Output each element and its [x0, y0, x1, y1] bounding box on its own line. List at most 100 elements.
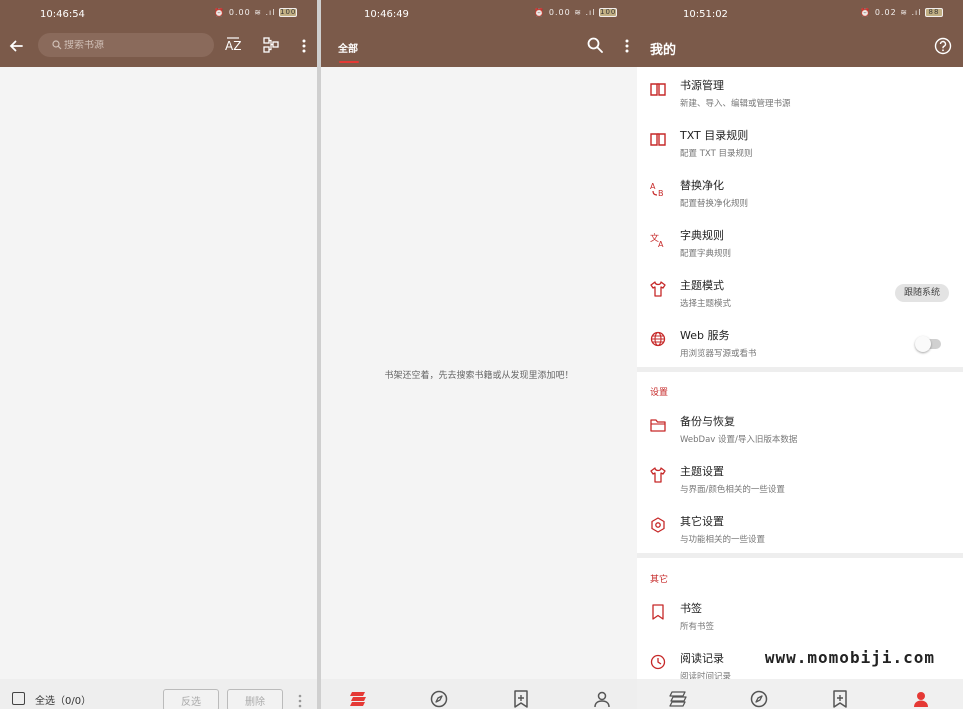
selection-bar: 全选（0/0） 反选 删除: [0, 679, 317, 709]
sort-az-icon[interactable]: AZ: [222, 33, 246, 57]
bottom-navigation: [321, 679, 637, 709]
more-vert-icon[interactable]: [292, 34, 316, 58]
menu-item-title: Web 服务: [680, 329, 730, 342]
menu-item-title: 书源管理: [680, 79, 724, 92]
replace-icon: AB: [650, 182, 664, 197]
menu-item-title: 主题模式: [680, 279, 724, 292]
toggle-knob: [915, 336, 931, 352]
menu-item-title: 字典规则: [680, 229, 724, 242]
my-screen: 10:51:02 ⏰ 0.02 ≋ .ıl 88 我的 书源管理 新建、导入、编…: [637, 0, 963, 709]
menu-item-backup-restore[interactable]: 备份与恢复 WebDav 设置/导入旧版本数据: [637, 404, 963, 454]
section-header-settings: 设置: [650, 388, 669, 398]
status-time: 10:46:49: [364, 9, 409, 20]
bottom-navigation: [637, 679, 963, 709]
menu-item-txt-toc-rules[interactable]: TXT 目录规则 配置 TXT 目录规则: [637, 118, 963, 168]
status-icons: ⏰ 0.00 ≋ .ıl 100: [214, 8, 297, 17]
app-bar: 全部: [321, 28, 637, 67]
battery-icon: 88: [925, 8, 943, 17]
search-icon[interactable]: [583, 33, 607, 57]
book-open-icon: [650, 133, 666, 146]
translate-icon: 文A: [650, 232, 664, 247]
menu-item-other-settings[interactable]: 其它设置 与功能相关的一些设置: [637, 504, 963, 554]
bookshelf-screen: 10:46:49 ⏰ 0.00 ≋ .ıl 100 全部 书架还空着，先去搜索书…: [321, 0, 637, 709]
svg-text:A: A: [650, 182, 656, 191]
my-icon[interactable]: [910, 688, 932, 709]
bookshelf-icon[interactable]: [347, 688, 369, 709]
clock-icon: [650, 654, 666, 670]
help-circle-icon[interactable]: [931, 34, 955, 58]
tshirt-icon: [650, 467, 666, 483]
app-bar: AZ: [0, 28, 317, 67]
my-icon[interactable]: [591, 688, 613, 709]
book-open-icon: [650, 83, 666, 96]
menu-item-theme-settings[interactable]: 主题设置 与界面/颜色相关的一些设置: [637, 454, 963, 504]
menu-item-subtitle: 所有书签: [680, 622, 715, 632]
status-bar: 10:51:02 ⏰ 0.02 ≋ .ıl 88: [637, 0, 963, 28]
invert-selection-button[interactable]: 反选: [163, 689, 219, 709]
section-header-other: 其它: [650, 575, 669, 585]
theme-mode-value[interactable]: 跟随系统: [894, 284, 949, 302]
menu-item-title: 书签: [680, 602, 702, 615]
section-separator: [637, 367, 963, 372]
menu-item-subtitle: 用浏览器写源或看书: [680, 349, 757, 359]
status-icons: ⏰ 0.00 ≋ .ıl 100: [534, 8, 617, 17]
menu-item-book-source[interactable]: 书源管理 新建、导入、编辑或管理书源: [637, 68, 963, 118]
explore-icon[interactable]: [428, 688, 450, 709]
menu-item-bookmarks[interactable]: 书签 所有书签: [637, 591, 963, 641]
menu-item-title: 其它设置: [680, 515, 724, 528]
tshirt-icon: [650, 281, 666, 297]
status-time: 10:51:02: [683, 9, 728, 20]
status-bar: 10:46:54 ⏰ 0.00 ≋ .ıl 100: [0, 0, 317, 28]
explore-icon[interactable]: [748, 688, 770, 709]
bookmark-icon: [652, 604, 664, 620]
empty-shelf-message: 书架还空着，先去搜索书籍或从发现里添加吧！: [384, 371, 574, 381]
folder-icon: [650, 419, 666, 432]
menu-item-title: 替换净化: [680, 179, 724, 192]
page-title: 我的: [650, 43, 677, 58]
globe-icon: [650, 331, 666, 347]
menu-item-title: TXT 目录规则: [680, 129, 749, 142]
battery-icon: 100: [599, 8, 617, 17]
svg-text:A: A: [658, 240, 664, 247]
bookshelf-icon[interactable]: [667, 688, 689, 709]
search-field[interactable]: [38, 33, 214, 57]
tab-indicator: [339, 61, 359, 63]
menu-item-replace-purify[interactable]: AB 替换净化 配置替换净化规则: [637, 168, 963, 218]
menu-item-subtitle: 新建、导入、编辑或管理书源: [680, 99, 791, 109]
watermark: www.momobiji.com: [764, 648, 935, 667]
tab-all[interactable]: 全部: [338, 40, 358, 55]
menu-item-subtitle: 配置字典规则: [680, 249, 732, 259]
rss-bookmark-icon[interactable]: [829, 688, 851, 709]
more-vert-icon[interactable]: [298, 693, 302, 709]
menu-item-subtitle: WebDav 设置/导入旧版本数据: [680, 435, 798, 445]
search-icon: [52, 40, 62, 50]
svg-text:B: B: [658, 189, 664, 197]
search-input[interactable]: [64, 39, 204, 51]
select-all-label[interactable]: 全选（0/0）: [35, 692, 91, 707]
battery-icon: 100: [279, 8, 297, 17]
menu-item-subtitle: 与界面/颜色相关的一些设置: [680, 485, 785, 495]
menu-item-subtitle: 选择主题模式: [680, 299, 732, 309]
web-service-toggle[interactable]: [915, 336, 941, 352]
menu-item-subtitle: 与功能相关的一些设置: [680, 535, 766, 545]
app-bar: 我的: [637, 28, 963, 67]
status-time: 10:46:54: [40, 9, 85, 20]
menu-item-title: 主题设置: [680, 465, 724, 478]
back-arrow-icon[interactable]: [4, 34, 28, 58]
menu-item-theme-mode[interactable]: 主题模式 选择主题模式 跟随系统: [637, 268, 963, 318]
delete-button[interactable]: 删除: [227, 689, 283, 709]
menu-item-subtitle: 配置替换净化规则: [680, 199, 749, 209]
menu-item-web-service[interactable]: Web 服务 用浏览器写源或看书: [637, 318, 963, 368]
menu-item-dictionary-rules[interactable]: 文A 字典规则 配置字典规则: [637, 218, 963, 268]
menu-item-title: 阅读记录: [680, 652, 724, 665]
menu-item-subtitle: 配置 TXT 目录规则: [680, 149, 753, 159]
group-icon[interactable]: [259, 33, 283, 57]
source-manager-screen: 10:46:54 ⏰ 0.00 ≋ .ıl 100 AZ 全选（0/0） 反选 …: [0, 0, 317, 709]
rss-bookmark-icon[interactable]: [510, 688, 532, 709]
svg-text:AZ: AZ: [225, 39, 241, 53]
more-vert-icon[interactable]: [615, 34, 637, 58]
status-bar: 10:46:49 ⏰ 0.00 ≋ .ıl 100: [321, 0, 637, 28]
section-separator: [637, 553, 963, 558]
menu-item-title: 备份与恢复: [680, 415, 735, 428]
select-all-checkbox[interactable]: [12, 692, 25, 705]
